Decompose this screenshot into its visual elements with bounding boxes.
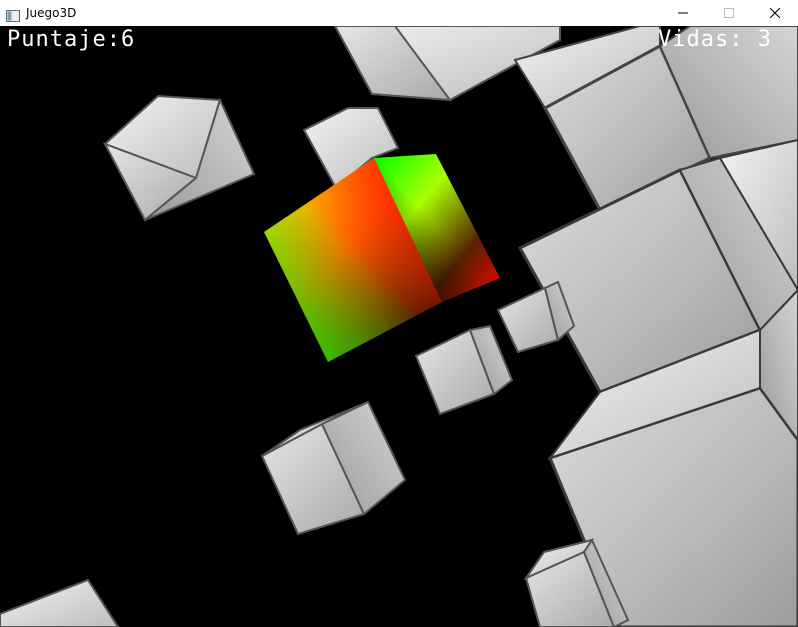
close-button[interactable] (752, 0, 798, 26)
obstacle-cube (496, 280, 576, 354)
score-display: Puntaje:6 (7, 29, 135, 51)
lives-label: Vidas: (658, 27, 744, 52)
score-value: 6 (120, 27, 136, 52)
obstacle-cube (0, 578, 120, 627)
lives-value: 3 (757, 27, 772, 52)
scene-canvas (0, 26, 798, 627)
window-title: Juego3D (26, 6, 77, 20)
maximize-icon (724, 8, 734, 18)
player-cube (264, 154, 500, 362)
score-label: Puntaje: (7, 27, 121, 52)
game-window: Juego3D Puntaje:6 Vidas: 3 (0, 0, 798, 627)
minimize-icon (678, 12, 688, 14)
lives-display: Vidas: 3 (658, 29, 772, 51)
close-icon (770, 8, 780, 18)
minimize-button[interactable] (660, 0, 706, 26)
window-controls (660, 0, 798, 26)
game-viewport[interactable]: Puntaje:6 Vidas: 3 (0, 26, 798, 627)
title-bar[interactable]: Juego3D (0, 0, 798, 26)
app-window-icon (6, 7, 20, 22)
maximize-button[interactable] (706, 0, 752, 26)
obstacle-cube (260, 400, 407, 536)
obstacle-cube (414, 324, 514, 416)
obstacle-cube (102, 94, 256, 222)
